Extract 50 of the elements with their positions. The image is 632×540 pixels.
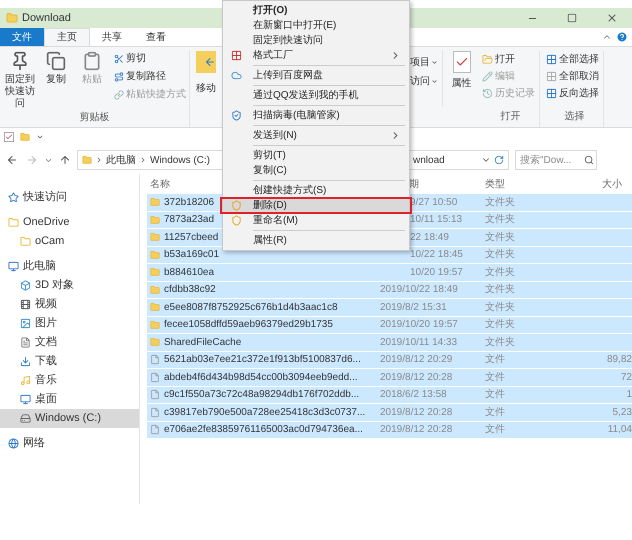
type-cell-text: 文件: [485, 352, 506, 368]
date-cell-text: 2019/8/2 15:31: [380, 300, 448, 315]
group-caption: 打开: [500, 110, 520, 124]
type-cell-text: 文件夹: [485, 196, 516, 210]
file-name: 5621ab03e7ee21c372e1f913bf5100837d6...: [164, 353, 361, 368]
type-cell-text: 文件夹: [485, 336, 516, 350]
type-cell-text: 文件夹: [485, 212, 516, 228]
group-caption: 选择: [564, 110, 584, 124]
file-name: c39817eb790e500a728ee25418c3d3c0737...: [164, 406, 366, 420]
date-cell-text: 2019/10/20 19:57: [380, 318, 459, 332]
group-caption: 剪贴板: [80, 110, 110, 125]
file-name: abdeb4f6d434b98d54cc00b3094eeb9edd...: [164, 370, 358, 385]
type-cell-text: 文件: [485, 422, 506, 438]
file-name: e5ee8087f8752925c676b1d4b3aac1c8: [164, 300, 338, 315]
type-cell-text: 文件: [485, 388, 506, 402]
date-cell-text: 2019/8/12 20:28: [380, 406, 454, 420]
date-cell-text: 2019/10/22 18:49: [380, 283, 459, 298]
file-name: cfdbb38c92: [164, 283, 216, 298]
file-name: 11257cbeed: [164, 230, 218, 245]
date-cell-text: 10/22 18:45: [409, 248, 464, 262]
type-cell-text: 文件夹: [485, 300, 516, 315]
file-name: c9c1f550a73c72c48a98294db176f702ddb...: [164, 388, 360, 402]
file-name: SharedFileCache: [164, 336, 242, 350]
size-cell-text: 72: [620, 370, 632, 385]
date-cell-text: 22 18:49: [409, 230, 450, 245]
size-cell-text: 89,82: [606, 353, 632, 368]
date-cell-text: 2019/8/12 20:29: [380, 353, 454, 368]
size-cell-text: 1: [625, 388, 632, 402]
date-cell-text: 2019/8/12 20:28: [380, 423, 454, 438]
file-name: b53a169c01: [164, 248, 220, 262]
date-cell-text: 2019/10/11 14:33: [380, 336, 458, 350]
type-cell-text: 文件夹: [485, 248, 516, 262]
file-name: b884610ea: [164, 266, 214, 280]
type-cell-text: 文件: [485, 406, 506, 420]
date-cell-text: 2018/6/2 13:58: [380, 388, 448, 402]
type-cell-text: 文件夹: [485, 266, 516, 280]
date-cell-text: 10/20 19:57: [409, 266, 464, 280]
size-cell-text: 11,04: [606, 423, 632, 438]
file-name: 7873a23ad: [164, 213, 214, 228]
type-cell-text: 文件夹: [485, 318, 516, 332]
date-cell-text: 2019/8/12 20:28: [380, 370, 454, 385]
file-name: e706ae2fe83859761165003ac0d794736ea...: [164, 423, 363, 438]
file-name: 372b18206: [164, 196, 214, 210]
type-cell-text: 文件夹: [485, 230, 516, 245]
size-cell-text: 5,23: [612, 406, 632, 420]
type-cell-text: 文件夹: [485, 282, 516, 298]
type-cell-text: 文件: [485, 370, 506, 385]
date-cell-text: 10/11 15:13: [409, 213, 464, 228]
file-name: fecee1058dffd59aeb96379ed29b1735: [164, 318, 333, 332]
window-title: Download: [22, 10, 71, 26]
